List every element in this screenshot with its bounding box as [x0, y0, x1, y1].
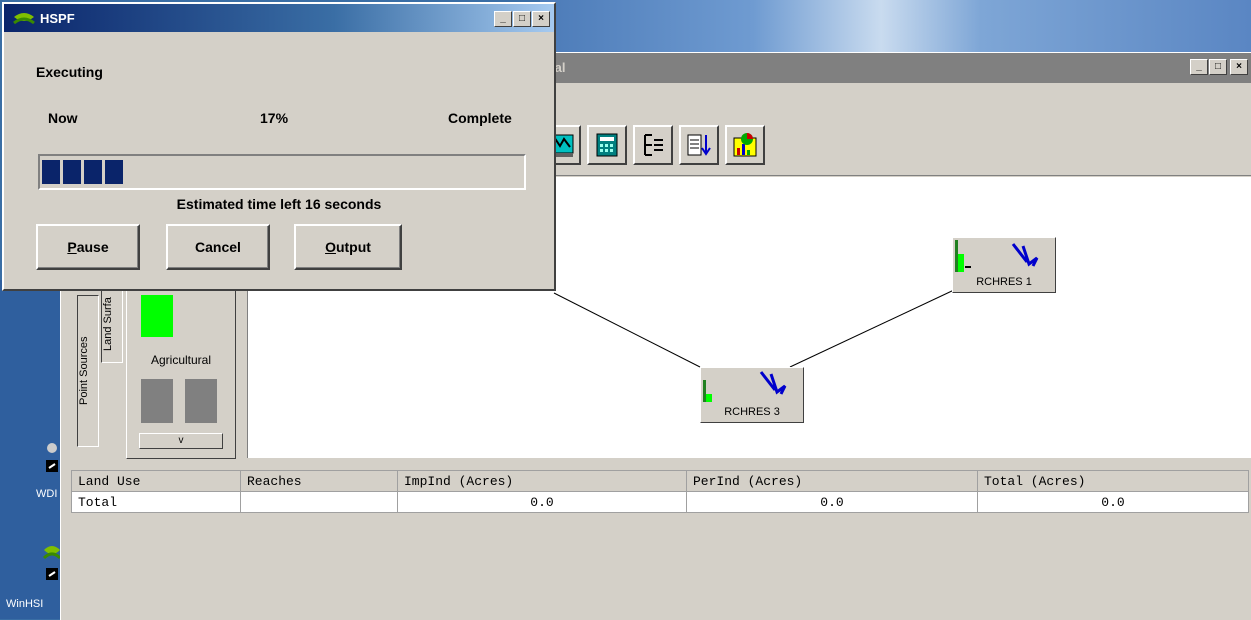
palette-scroll-button[interactable]: v [139, 433, 223, 449]
output-button-label: Output [325, 239, 371, 255]
desktop-wallpaper [540, 0, 1251, 60]
header-perind[interactable]: PerInd (Acres) [686, 470, 978, 492]
close-button[interactable]: × [1230, 59, 1248, 75]
minimize-button[interactable]: _ [1190, 59, 1208, 75]
dialog-title-bar[interactable]: HSPF _ □ × [4, 4, 554, 32]
hspf-progress-dialog: HSPF _ □ × Executing Now 17% Complete Es… [2, 2, 556, 291]
tree-icon [644, 134, 663, 156]
progress-block [42, 160, 60, 184]
progress-bar [38, 154, 526, 190]
complete-label: Complete [448, 110, 512, 126]
tab-point-sources-label: Point Sources [78, 336, 90, 406]
toolbar-calculator-button[interactable] [587, 125, 627, 165]
reach-node-1[interactable]: RCHRES 1 [952, 237, 1056, 293]
reach-node-3[interactable]: RCHRES 3 [700, 367, 804, 423]
dialog-maximize-button[interactable]: □ [513, 11, 531, 27]
now-label: Now [48, 110, 78, 126]
palette-item-grey-1[interactable] [141, 379, 173, 423]
toolbar-charts-button[interactable] [725, 125, 765, 165]
dialog-caption-buttons: _ □ × [494, 11, 550, 27]
palette-panel: Agricultural v [126, 286, 236, 459]
cell-total[interactable]: 0.0 [977, 491, 1249, 513]
eta-text: Estimated time left 16 seconds [176, 196, 382, 212]
main-caption-buttons: _ □ × [1190, 59, 1248, 75]
percent-text: 17% [260, 110, 289, 126]
header-impind[interactable]: ImpInd (Acres) [397, 470, 687, 492]
toolbar [541, 125, 765, 175]
output-button[interactable]: Output [294, 224, 402, 270]
land-use-table: Land Use Reaches ImpInd (Acres) PerInd (… [71, 470, 1249, 513]
pause-button[interactable]: Pause [36, 224, 140, 270]
cell-perind[interactable]: 0.0 [686, 491, 978, 513]
status-text: Executing [36, 64, 103, 80]
output-list-icon [687, 134, 711, 156]
cancel-button[interactable]: Cancel [166, 224, 270, 270]
wdi-icon-label: WDI [36, 488, 58, 500]
cell-land-use[interactable]: Total [71, 491, 241, 513]
header-total[interactable]: Total (Acres) [977, 470, 1249, 492]
progress-block [63, 160, 81, 184]
reach-node-1-label: RCHRES 1 [976, 276, 1032, 288]
cell-reaches[interactable] [240, 491, 398, 513]
cancel-button-label: Cancel [195, 239, 241, 255]
tab-land-surface[interactable]: Land Surfa [101, 285, 123, 363]
palette-item-grey-2[interactable] [185, 379, 217, 423]
agricultural-swatch[interactable] [141, 295, 173, 337]
progress-block [84, 160, 102, 184]
dialog-minimize-button[interactable]: _ [494, 11, 512, 27]
reach-node-1-icon [955, 240, 1039, 272]
cell-impind[interactable]: 0.0 [397, 491, 687, 513]
tab-point-sources[interactable]: Point Sources [77, 295, 99, 447]
maximize-button[interactable]: □ [1209, 59, 1227, 75]
reach-node-3-label: RCHRES 3 [724, 406, 780, 418]
table-header-row: Land Use Reaches ImpInd (Acres) PerInd (… [71, 470, 1249, 492]
calculator-icon [596, 133, 618, 157]
charts-icon [733, 133, 757, 157]
tab-land-surface-label: Land Surfa [102, 297, 114, 351]
progress-fill [42, 160, 123, 184]
land-use-palette: Point Sources Land Surfa Agricultural v [71, 283, 247, 461]
table-row[interactable]: Total 0.0 0.0 0.0 [71, 491, 1249, 513]
progress-block [105, 160, 123, 184]
dialog-close-button[interactable]: × [532, 11, 550, 27]
winhspf-icon-label: WinHSI [6, 598, 44, 610]
reach-node-3-icon [703, 371, 787, 402]
toolbar-tree-button[interactable] [633, 125, 673, 165]
hspf-app-icon [13, 13, 35, 25]
dialog-title-text: HSPF [40, 11, 75, 26]
pause-button-label: Pause [67, 239, 109, 255]
header-reaches[interactable]: Reaches [240, 470, 398, 492]
header-land-use[interactable]: Land Use [71, 470, 241, 492]
toolbar-output-list-button[interactable] [679, 125, 719, 165]
agricultural-label: Agricultural [150, 353, 212, 367]
